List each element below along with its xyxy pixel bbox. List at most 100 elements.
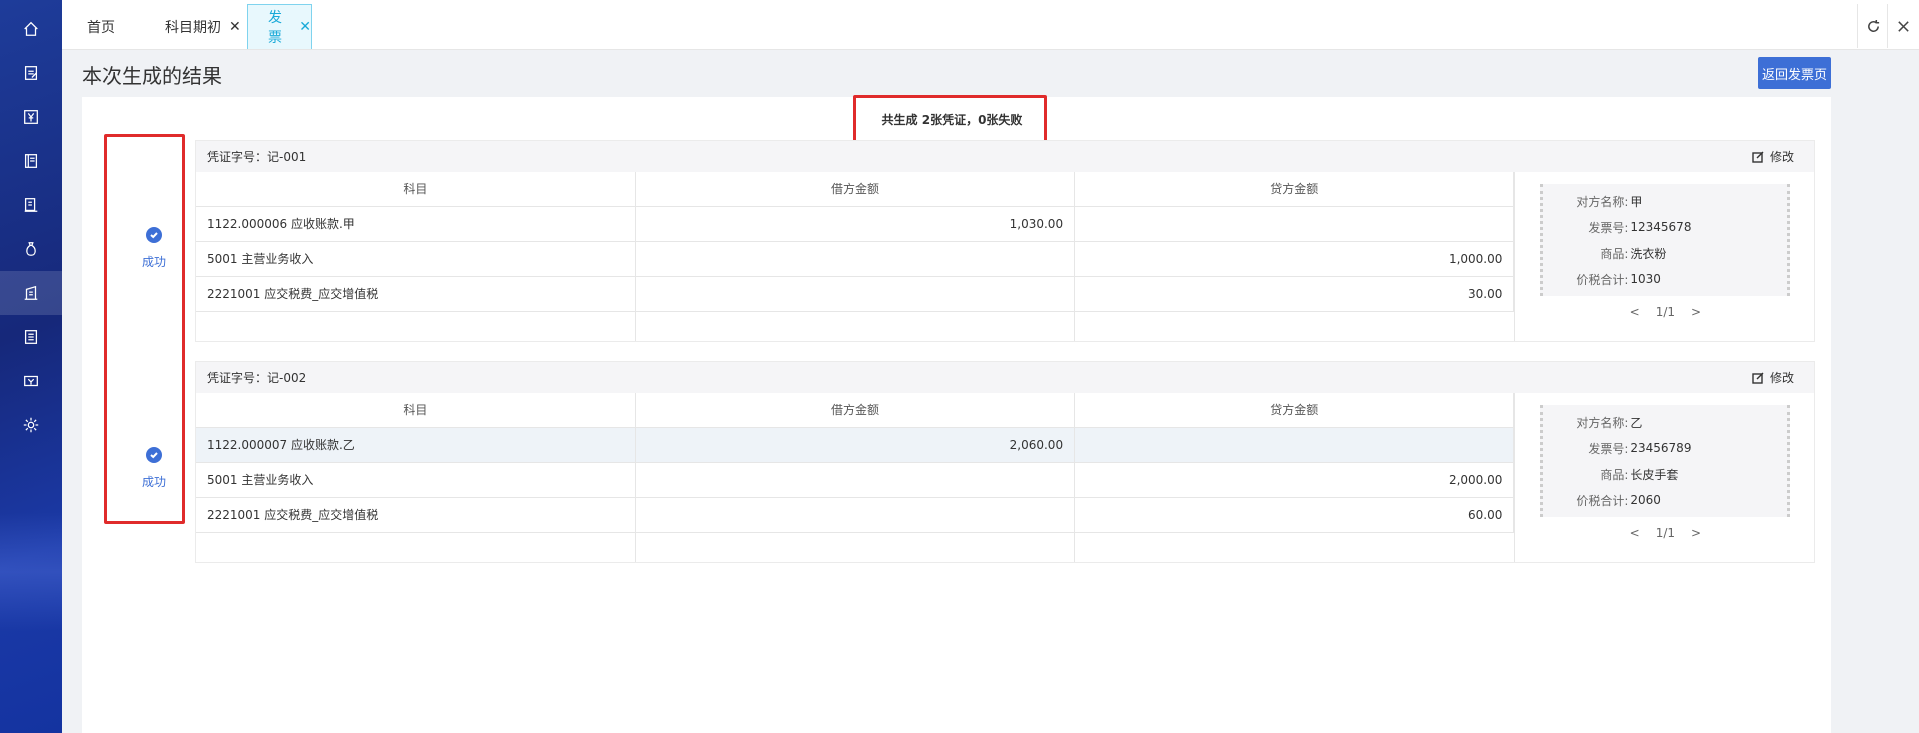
edit-label: 修改 — [1769, 150, 1794, 164]
tab-bar: 首页 科目期初 ✕ 发票 ✕ — [62, 0, 1919, 50]
voucher-number: 凭证字号：记-002 — [207, 371, 307, 385]
tab-label: 首页 — [87, 19, 115, 36]
tab-home[interactable]: 首页 — [87, 4, 115, 49]
invoice-field-key: 对方名称: — [1576, 415, 1629, 430]
sidebar-item-invoice[interactable] — [0, 359, 62, 403]
pager-status: 1/1 — [1655, 526, 1676, 540]
invoice-field-key: 商品: — [1600, 467, 1629, 482]
invoice-field-value: 23456789 — [1630, 441, 1692, 455]
table-row[interactable]: 5001 主营业务收入 2,000.00 — [196, 462, 1515, 498]
column-header-account: 科目 — [196, 393, 636, 428]
close-all-button[interactable] — [1887, 4, 1919, 48]
table-row[interactable]: 1122.000006 应收账款.甲 1,030.00 — [196, 206, 1515, 242]
voucher-header: 凭证字号：记-002 修改 — [196, 362, 1814, 393]
column-header-credit: 贷方金额 — [1074, 172, 1515, 207]
cell-credit: 1,000.00 — [1074, 241, 1515, 277]
invoice-field: 价税合计: 2060 — [1543, 487, 1787, 513]
check-circle-icon — [146, 447, 162, 463]
cell-account: 5001 主营业务收入 — [196, 241, 636, 277]
list-icon — [24, 330, 38, 344]
invoice-field: 商品: 洗衣粉 — [1543, 240, 1787, 266]
sidebar-item-settings[interactable] — [0, 403, 62, 447]
report-icon — [24, 198, 38, 212]
voucher-status-2: 成功 — [125, 447, 183, 490]
cell-credit — [1074, 206, 1515, 242]
invoice-field: 发票号: 23456789 — [1543, 435, 1787, 461]
page-title: 本次生成的结果 — [82, 64, 222, 88]
check-circle-icon — [146, 227, 162, 243]
invoice-field: 发票号: 12345678 — [1543, 214, 1787, 240]
close-icon[interactable]: ✕ — [299, 19, 311, 35]
table-row[interactable]: 5001 主营业务收入 1,000.00 — [196, 241, 1515, 277]
invoice-field-key: 价税合计: — [1576, 493, 1629, 508]
invoice-pager: <1/1 > — [1515, 526, 1815, 540]
building-icon — [24, 285, 38, 300]
pager-status: 1/1 — [1655, 305, 1676, 319]
status-label: 成功 — [141, 475, 166, 489]
pager-next-button[interactable]: > — [1691, 305, 1701, 319]
invoice-field-value: 1030 — [1630, 272, 1661, 286]
invoice-field: 对方名称: 乙 — [1543, 409, 1787, 435]
invoice-field-value: 12345678 — [1630, 220, 1692, 234]
pager-prev-button[interactable]: < — [1630, 305, 1640, 319]
invoice-field-value: 甲 — [1630, 194, 1643, 209]
edit-label: 修改 — [1769, 371, 1794, 385]
table-row[interactable]: 2221001 应交税费_应交增值税 60.00 — [196, 497, 1515, 533]
tab-label: 科目期初 — [165, 19, 221, 36]
sidebar-item-ledger[interactable] — [0, 139, 62, 183]
invoice-field-key: 发票号: — [1588, 220, 1629, 235]
voucher-status-1: 成功 — [125, 227, 183, 270]
table-row[interactable]: 2221001 应交税费_应交增值税 30.00 — [196, 276, 1515, 312]
invoice-field-key: 价税合计: — [1576, 272, 1629, 287]
refresh-button[interactable] — [1857, 4, 1889, 48]
table-row[interactable]: 1122.000007 应收账款.乙 2,060.00 — [196, 427, 1515, 463]
cell-debit — [635, 462, 1076, 498]
sidebar-item-building[interactable] — [0, 271, 62, 315]
sidebar-item-document[interactable] — [0, 51, 62, 95]
tab-label: 发票 — [268, 10, 282, 46]
back-to-invoice-button[interactable]: 返回发票页 — [1758, 57, 1831, 89]
sidebar-item-list[interactable] — [0, 315, 62, 359]
invoice-card: 对方名称: 甲 发票号: 12345678 商品: 洗衣粉 价税合计: 1030 — [1540, 184, 1791, 296]
column-header-credit: 贷方金额 — [1074, 393, 1515, 428]
invoice-pager: <1/1 > — [1515, 305, 1815, 319]
invoice-field: 对方名称: 甲 — [1543, 188, 1787, 214]
edit-button[interactable]: 修改 — [1752, 148, 1794, 165]
table-empty-row — [196, 311, 1514, 341]
invoice-field-value: 长皮手套 — [1630, 467, 1679, 482]
table-header-row: 科目 借方金额 贷方金额 — [196, 172, 1515, 207]
cell-credit — [1074, 427, 1515, 463]
status-label: 成功 — [141, 255, 166, 269]
column-header-debit: 借方金额 — [635, 393, 1076, 428]
cell-credit: 60.00 — [1074, 497, 1515, 533]
cell-debit — [635, 241, 1076, 277]
invoice-field: 商品: 长皮手套 — [1543, 461, 1787, 487]
refresh-icon — [1868, 19, 1880, 32]
sidebar — [0, 0, 62, 733]
cell-account: 1122.000006 应收账款.甲 — [196, 206, 636, 242]
gear-icon — [23, 417, 39, 433]
sidebar-item-report[interactable] — [0, 183, 62, 227]
pager-next-button[interactable]: > — [1691, 526, 1701, 540]
voucher-table: 科目 借方金额 贷方金额 1122.000007 应收账款.乙 2,060.00… — [196, 393, 1515, 562]
close-icon[interactable]: ✕ — [229, 19, 241, 35]
table-empty-row — [196, 532, 1514, 562]
cell-debit: 2,060.00 — [635, 427, 1076, 463]
edit-button[interactable]: 修改 — [1752, 369, 1794, 386]
tab-invoice[interactable]: 发票 ✕ — [247, 4, 312, 49]
result-panel: 共生成 2张凭证，0张失败 成功 成功 凭证字号：记-001 修改 科目 借方金… — [82, 95, 1831, 733]
invoice-icon — [24, 375, 38, 387]
ledger-icon — [24, 154, 38, 168]
invoice-field: 价税合计: 1030 — [1543, 266, 1787, 292]
cell-credit: 2,000.00 — [1074, 462, 1515, 498]
sidebar-item-money[interactable] — [0, 227, 62, 271]
invoice-field-value: 洗衣粉 — [1630, 246, 1667, 261]
pager-prev-button[interactable]: < — [1630, 526, 1640, 540]
invoice-field-value: 2060 — [1630, 493, 1661, 507]
column-header-debit: 借方金额 — [635, 172, 1076, 207]
generation-summary: 共生成 2张凭证，0张失败 — [881, 112, 1023, 127]
sidebar-item-home[interactable] — [0, 7, 62, 51]
invoice-field-key: 对方名称: — [1576, 194, 1629, 209]
tab-account-opening[interactable]: 科目期初 ✕ — [165, 4, 241, 49]
sidebar-item-yen[interactable] — [0, 95, 62, 139]
